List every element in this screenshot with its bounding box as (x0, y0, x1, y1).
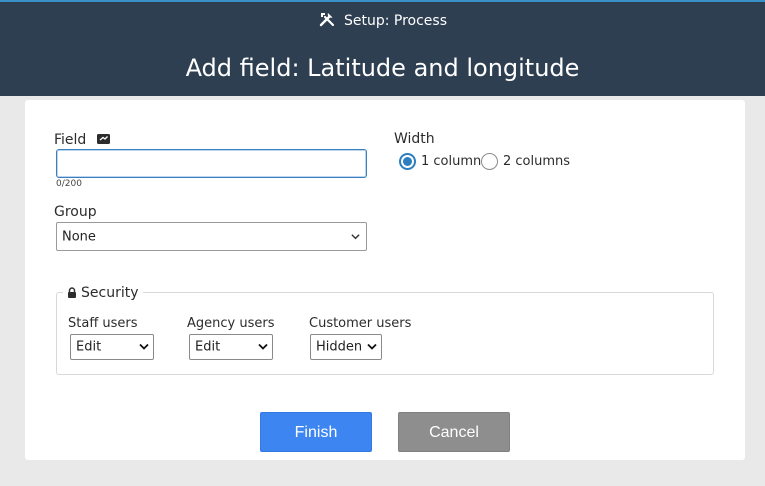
staff-users-select[interactable]: Edit (70, 334, 154, 360)
chevron-down-icon (351, 233, 360, 239)
field-label-text: Field (54, 132, 87, 148)
chevron-down-icon (367, 343, 377, 350)
page-title: Add field: Latitude and longitude (185, 54, 580, 82)
field-name-input[interactable] (56, 149, 367, 178)
security-fieldset (56, 292, 714, 375)
agency-users-select[interactable]: Edit (189, 334, 273, 360)
customer-users-select[interactable]: Hidden (310, 334, 382, 360)
breadcrumb-text: Setup: Process (343, 13, 448, 29)
customer-users-label: Customer users (309, 316, 412, 331)
security-legend-text: Security (81, 285, 139, 301)
header-breadcrumb: Setup: Process (0, 10, 765, 30)
cancel-button[interactable]: Cancel (398, 412, 510, 452)
chevron-down-icon (139, 343, 149, 350)
staff-users-value: Edit (76, 339, 102, 355)
agency-users-label: Agency users (187, 316, 275, 331)
finish-button[interactable]: Finish (260, 412, 372, 452)
field-label: Field (54, 132, 110, 148)
agency-users-value: Edit (195, 339, 221, 355)
width-label: Width (394, 131, 435, 147)
translate-icon[interactable] (96, 134, 110, 144)
group-label: Group (54, 204, 97, 220)
width-radio-2-columns[interactable] (481, 153, 498, 170)
character-counter: 0/200 (56, 179, 82, 189)
staff-users-label: Staff users (68, 316, 138, 331)
form-card: Field 0/200 Group None Width 1 column 2 … (25, 100, 745, 460)
group-select-value: None (62, 229, 96, 244)
width-radio-1-column[interactable] (399, 153, 416, 170)
page-header: Setup: Process Add field: Latitude and l… (0, 0, 765, 96)
group-select[interactable]: None (56, 222, 367, 251)
lock-icon (68, 287, 76, 298)
width-option-1-label[interactable]: 1 column (421, 154, 481, 169)
security-legend: Security (63, 285, 143, 301)
customer-users-value: Hidden (316, 339, 363, 355)
chevron-down-icon (258, 343, 268, 350)
width-option-2-label[interactable]: 2 columns (503, 154, 570, 169)
tools-icon (319, 13, 335, 27)
